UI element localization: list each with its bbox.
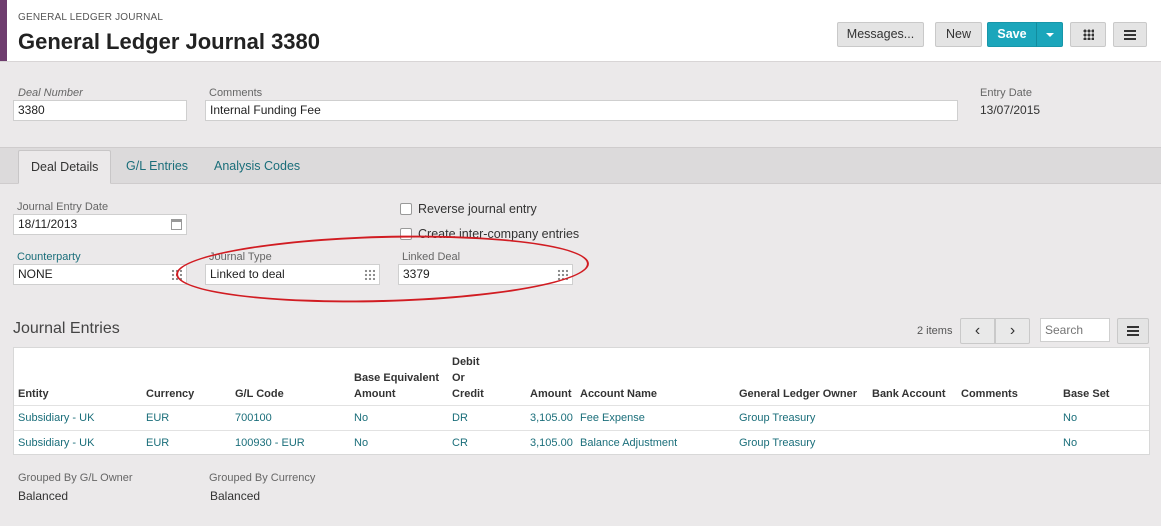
deal-number-field[interactable]: 3380 — [13, 100, 187, 121]
column-header-debit-or-credit[interactable]: Debit Or Credit — [452, 354, 484, 402]
grid-icon — [1082, 29, 1094, 40]
linked-deal-value: 3379 — [403, 267, 430, 281]
items-count: 2 items — [917, 325, 953, 337]
column-header-currency[interactable]: Currency — [146, 386, 194, 402]
column-header-gl-code[interactable]: G/L Code — [235, 386, 284, 402]
cell-amount[interactable]: 3,105.00 — [530, 406, 573, 431]
tab-analysis-codes[interactable]: Analysis Codes — [202, 150, 312, 184]
journal-entry-date-field[interactable]: 18/11/2013 — [13, 214, 187, 235]
save-options-button[interactable] — [1036, 22, 1063, 47]
cell-account-name[interactable]: Balance Adjustment — [580, 431, 677, 456]
grouped-by-gl-owner-value: Balanced — [18, 489, 69, 503]
column-header-debit-line3: Credit — [452, 388, 484, 400]
search-input[interactable] — [1040, 318, 1110, 342]
cell-amount[interactable]: 3,105.00 — [530, 431, 573, 456]
cell-base-set[interactable]: No — [1063, 406, 1077, 431]
column-header-base-equivalent[interactable]: Base Equivalent Amount — [354, 370, 439, 402]
column-header-base-equivalent-line2: Amount — [354, 388, 396, 400]
journal-entries-table: Entity Currency G/L Code Base Equivalent… — [13, 347, 1150, 455]
grid-view-button[interactable] — [1070, 22, 1106, 47]
column-header-debit-line1: Debit — [452, 356, 480, 368]
cell-currency[interactable]: EUR — [146, 431, 169, 456]
calendar-icon[interactable] — [171, 219, 182, 230]
grouped-by-currency-label: Grouped By Currency — [209, 472, 316, 484]
cell-gl-code[interactable]: 100930 - EUR — [235, 431, 305, 456]
reverse-journal-entry-checkbox[interactable] — [400, 203, 412, 215]
column-header-bank-account[interactable]: Bank Account — [872, 386, 946, 402]
column-header-base-set[interactable]: Base Set — [1063, 386, 1109, 402]
create-intercompany-label: Create inter-company entries — [418, 227, 580, 241]
lookup-icon[interactable] — [557, 269, 568, 280]
cell-gl-owner[interactable]: Group Treasury — [739, 431, 815, 456]
tab-deal-details[interactable]: Deal Details — [18, 150, 112, 184]
grouped-by-gl-owner-label: Grouped By G/L Owner — [18, 472, 133, 484]
journal-type-value: Linked to deal — [210, 267, 285, 281]
cell-entity[interactable]: Subsidiary - UK — [18, 406, 94, 431]
linked-deal-field[interactable]: 3379 — [398, 264, 573, 285]
save-button[interactable]: Save — [987, 22, 1037, 47]
entry-date-label: Entry Date — [980, 87, 1032, 99]
list-options-button[interactable] — [1117, 318, 1149, 344]
column-header-debit-line2: Or — [452, 372, 465, 384]
page-title: General Ledger Journal 3380 — [18, 29, 321, 54]
create-intercompany-checkbox[interactable] — [400, 228, 412, 240]
lookup-icon[interactable] — [171, 269, 182, 280]
entry-date-value: 13/07/2015 — [980, 103, 1041, 117]
journal-entry-date-label: Journal Entry Date — [17, 201, 109, 213]
journal-type-label: Journal Type — [209, 251, 272, 263]
column-header-account-name[interactable]: Account Name — [580, 386, 657, 402]
reverse-journal-entry-label: Reverse journal entry — [418, 202, 537, 216]
comments-field[interactable]: Internal Funding Fee — [205, 100, 958, 121]
cell-base-set[interactable]: No — [1063, 431, 1077, 456]
next-page-button[interactable]: › — [995, 318, 1030, 344]
cell-base-equivalent[interactable]: No — [354, 431, 368, 456]
cell-gl-code[interactable]: 700100 — [235, 406, 272, 431]
table-row[interactable]: Subsidiary - UK EUR 100930 - EUR No CR 3… — [14, 430, 1149, 455]
journal-entry-date-value: 18/11/2013 — [18, 217, 78, 231]
counterparty-field[interactable]: NONE — [13, 264, 187, 285]
previous-page-button[interactable]: ‹ — [960, 318, 995, 344]
cell-gl-owner[interactable]: Group Treasury — [739, 406, 815, 431]
cell-debit-credit[interactable]: DR — [452, 406, 468, 431]
chevron-left-icon: ‹ — [974, 322, 981, 339]
counterparty-value: NONE — [18, 267, 53, 281]
column-header-amount[interactable]: Amount — [530, 386, 572, 402]
cell-currency[interactable]: EUR — [146, 406, 169, 431]
new-button[interactable]: New — [935, 22, 982, 47]
chevron-right-icon: › — [1009, 322, 1016, 339]
cell-account-name[interactable]: Fee Expense — [580, 406, 645, 431]
column-header-comments[interactable]: Comments — [961, 386, 1018, 402]
table-row[interactable]: Subsidiary - UK EUR 700100 No DR 3,105.0… — [14, 405, 1149, 430]
comments-label: Comments — [209, 87, 263, 99]
column-header-entity[interactable]: Entity — [18, 386, 49, 402]
journal-type-field[interactable]: Linked to deal — [205, 264, 380, 285]
hamburger-menu-icon — [1127, 326, 1139, 336]
lookup-icon[interactable] — [364, 269, 375, 280]
column-header-base-equivalent-line1: Base Equivalent — [354, 372, 439, 384]
more-options-button[interactable] — [1113, 22, 1147, 47]
cell-entity[interactable]: Subsidiary - UK — [18, 431, 94, 456]
deal-number-label: Deal Number — [18, 87, 83, 99]
hamburger-menu-icon — [1124, 29, 1136, 40]
messages-button[interactable]: Messages... — [837, 22, 924, 47]
journal-entries-title: Journal Entries — [13, 320, 120, 337]
breadcrumb[interactable]: GENERAL LEDGER JOURNAL — [18, 12, 163, 23]
grouped-by-currency-value: Balanced — [210, 489, 261, 503]
header-accent-bar — [0, 0, 7, 61]
tab-gl-entries[interactable]: G/L Entries — [114, 150, 200, 184]
column-header-gl-owner[interactable]: General Ledger Owner — [739, 386, 857, 402]
linked-deal-label: Linked Deal — [402, 251, 461, 263]
counterparty-label[interactable]: Counterparty — [17, 251, 81, 263]
caret-down-icon — [1045, 32, 1054, 37]
cell-debit-credit[interactable]: CR — [452, 431, 468, 456]
cell-base-equivalent[interactable]: No — [354, 406, 368, 431]
